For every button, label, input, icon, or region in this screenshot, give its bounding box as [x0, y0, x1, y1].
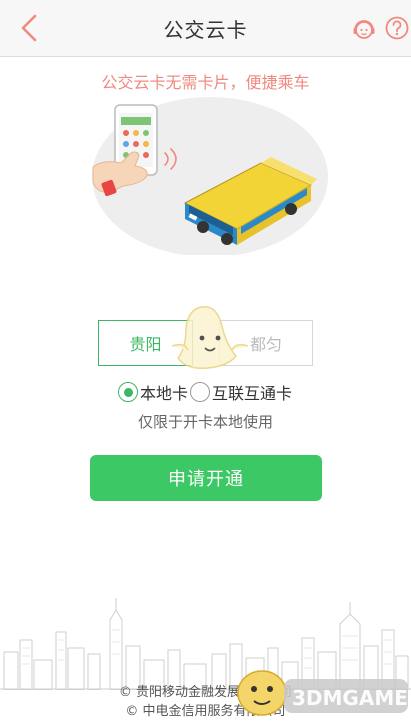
page-title: 公交云卡 — [163, 18, 248, 42]
city-tab-label: 都匀 — [249, 335, 282, 354]
interconnect-card-label[interactable]: 互联互通卡 — [212, 380, 292, 404]
card-type-selector: 本地卡 互联互通卡 — [118, 380, 294, 404]
mascot-watermark — [171, 306, 249, 370]
app-header: 公交云卡 — [0, 0, 411, 57]
customer-service-icon — [353, 20, 375, 39]
hero-illustration — [92, 97, 328, 255]
local-card-label[interactable]: 本地卡 — [140, 380, 188, 404]
customer-service-button[interactable] — [351, 16, 377, 42]
question-mark-icon — [385, 16, 409, 40]
city-tab-label: 贵阳 — [129, 335, 162, 354]
usage-note: 仅限于开卡本地使用 — [137, 413, 273, 431]
interconnect-card-radio[interactable] — [190, 382, 211, 402]
apply-button[interactable]: 申请开通 — [90, 455, 322, 501]
slogan-text: 公交云卡无需卡片，便捷乘车 — [101, 73, 310, 92]
help-button[interactable] — [384, 15, 410, 41]
watermark-text: 3DMGAME — [292, 686, 408, 710]
local-card-radio[interactable] — [118, 382, 138, 402]
